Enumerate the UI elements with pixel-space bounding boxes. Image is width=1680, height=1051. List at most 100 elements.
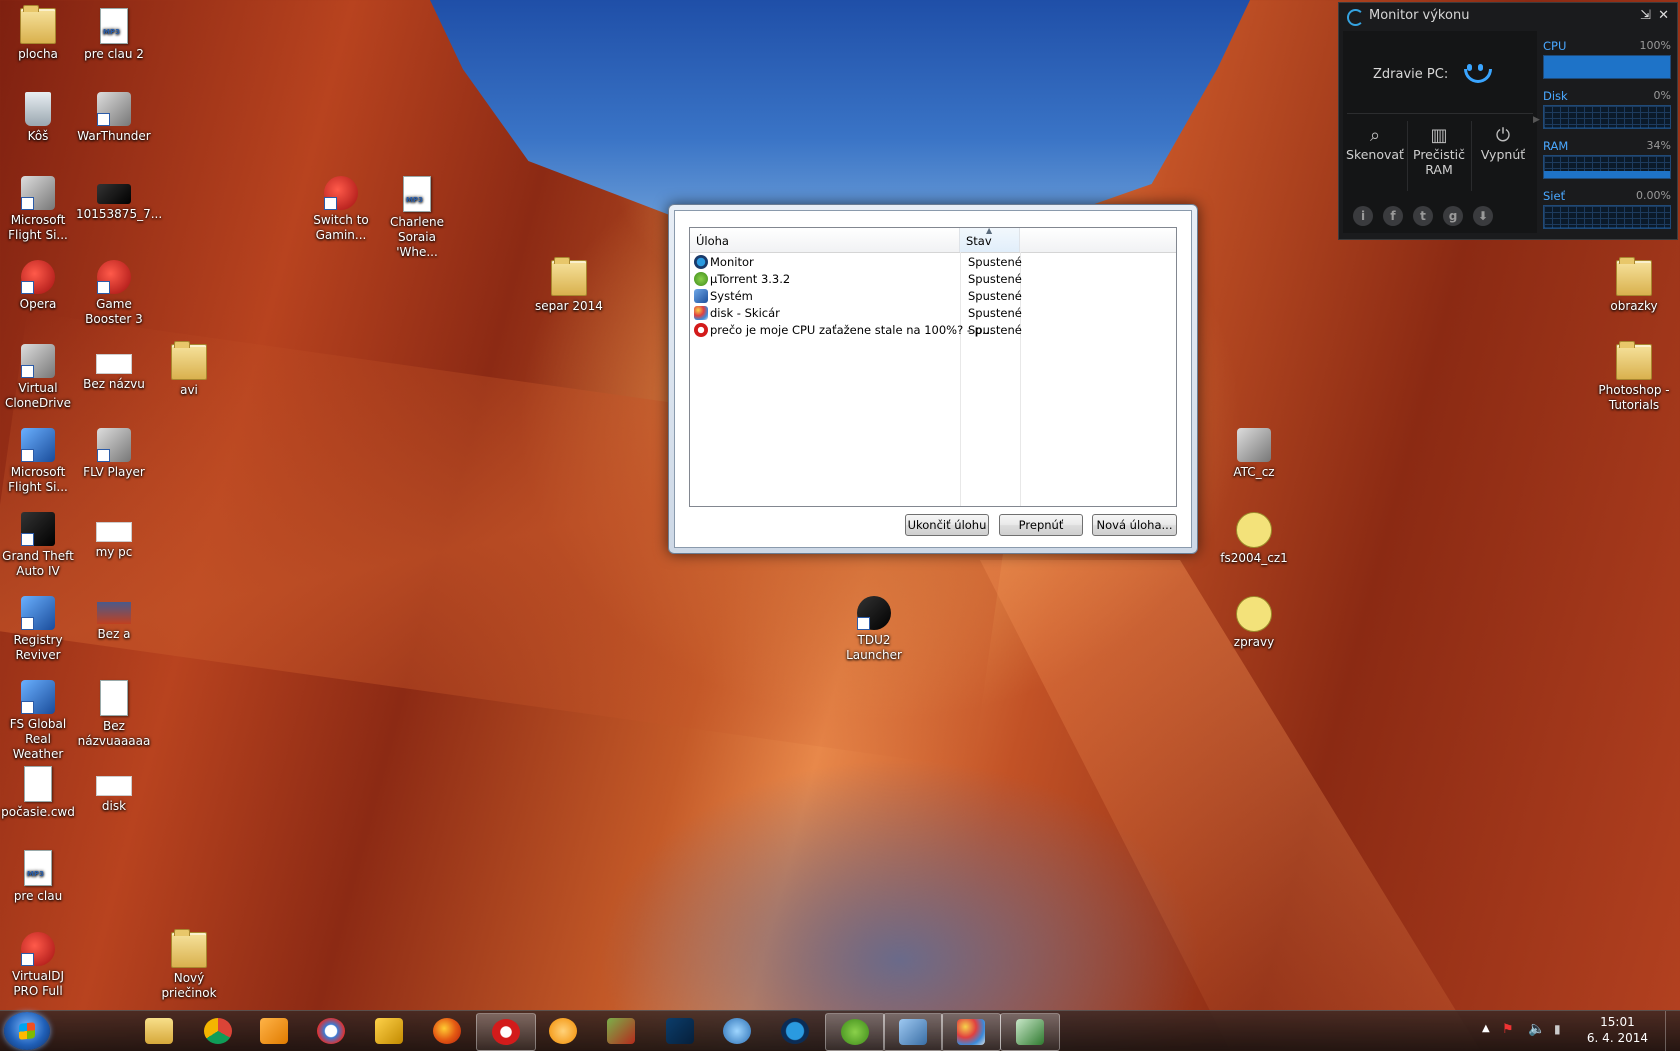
taskbar-orange-app-button[interactable] xyxy=(534,1013,592,1049)
start-button[interactable] xyxy=(4,1012,50,1050)
desktop-icon-image-file[interactable]: 10153875_7... xyxy=(76,176,162,222)
end-task-button[interactable]: Ukončiť úlohu xyxy=(905,514,989,536)
pc-health-label: Zdravie PC: xyxy=(1373,67,1449,82)
folder-icon xyxy=(171,341,207,380)
desktop-icon-bez-nazvuaaaaa[interactable]: Bez názvuaaaaa xyxy=(76,680,152,749)
meter-graph xyxy=(1543,105,1671,129)
task-row[interactable]: µTorrent 3.3.2 xyxy=(694,271,790,288)
desktop-icon-flight-sim-2[interactable]: Microsoft Flight Si... xyxy=(0,428,76,495)
desktop-icon-pre-clau[interactable]: MP3 pre clau xyxy=(0,850,76,904)
task-status: Spustené xyxy=(968,272,1022,286)
scan-button[interactable]: ⌕ Skenovať xyxy=(1343,125,1407,162)
desktop-icon-novy-priecinok[interactable]: Nový priečinok xyxy=(151,929,227,1001)
desktop-icon-virtual-clonedrive[interactable]: Virtual CloneDrive xyxy=(0,344,76,411)
desktop-icon-my-pc[interactable]: my pc xyxy=(76,512,152,560)
clock[interactable]: 15:01 6. 4. 2014 xyxy=(1587,1014,1648,1046)
desktop-icon-pre-clau-2[interactable]: MP3 pre clau 2 xyxy=(76,8,152,62)
taskbar-game-booster-button[interactable] xyxy=(360,1013,418,1049)
task-row[interactable]: disk - Skicár xyxy=(694,305,780,322)
desktop-icon-registry-reviver[interactable]: Registry Reviver xyxy=(0,596,76,663)
meter-value: 0% xyxy=(1653,89,1671,102)
taskbar-utorrent-button[interactable] xyxy=(825,1013,885,1051)
taskbar-paint-button[interactable] xyxy=(941,1013,1001,1051)
desktop-icon-switch-to-gaming[interactable]: Switch to Gamin... xyxy=(303,176,379,243)
taskbar-firefox-button[interactable] xyxy=(418,1013,476,1049)
task-row[interactable]: Monitor xyxy=(694,254,754,271)
show-desktop-button[interactable] xyxy=(1665,1011,1680,1051)
taskbar-chrome-button[interactable] xyxy=(189,1013,247,1049)
taskbar-farming-sim-button[interactable] xyxy=(592,1013,650,1049)
meter-graph xyxy=(1543,205,1671,229)
desktop-icon-opera[interactable]: Opera xyxy=(0,260,76,312)
desktop-icon-fs-global[interactable]: FS Global Real Weather xyxy=(0,680,76,762)
taskbar-media-player-button[interactable] xyxy=(245,1013,303,1049)
desktop-icon-fs2004-cz1[interactable]: fs2004_cz1 xyxy=(1216,512,1292,566)
desktop-icon-obrazky[interactable]: obrazky xyxy=(1596,257,1672,314)
taskbar-mozilla-button[interactable] xyxy=(708,1013,766,1049)
task-manager-icon xyxy=(1016,1019,1044,1045)
meter-graph xyxy=(1543,55,1671,79)
desktop-icon-zpravy[interactable]: zpravy xyxy=(1216,596,1292,650)
taskbar-photoshop-button[interactable] xyxy=(651,1013,709,1049)
ram-meter: RAM 34% xyxy=(1543,139,1671,179)
taskbar-explorer-button[interactable] xyxy=(130,1013,188,1049)
control-panel-icon xyxy=(899,1019,927,1045)
column-header-status[interactable]: ▲ Stav xyxy=(960,226,1020,252)
taskbar-task-manager-button[interactable] xyxy=(1000,1013,1060,1051)
new-task-button[interactable]: Nová úloha... xyxy=(1092,514,1177,536)
task-row[interactable]: prečo je moje CPU zaťažene stale na 100%… xyxy=(694,322,993,339)
taskbar-opera-button[interactable] xyxy=(476,1013,536,1051)
desktop-icon-charlene[interactable]: MP3 Charlene Soraia 'Whe... xyxy=(379,176,455,260)
desktop-icon-photoshop-tutorials[interactable]: Photoshop - Tutorials xyxy=(1596,341,1672,413)
desktop-icon-recycle-bin[interactable]: Kôš xyxy=(0,92,76,144)
download-icon[interactable]: ⬇ xyxy=(1473,206,1493,226)
show-hidden-icons-icon[interactable]: ▲ xyxy=(1482,1023,1490,1034)
info-icon[interactable]: i xyxy=(1353,206,1373,226)
desktop-icon-flv-player[interactable]: FLV Player xyxy=(76,428,152,480)
desktop-icon-plocha[interactable]: plocha xyxy=(0,5,76,62)
desktop-icon-tdu2-launcher[interactable]: TDU2 Launcher xyxy=(836,596,912,663)
ram-cleaner-button[interactable]: ▥ Prečistič RAM xyxy=(1407,125,1471,177)
desktop-icon-avi[interactable]: avi xyxy=(151,341,227,398)
action-center-flag-icon[interactable]: ⚑ xyxy=(1502,1022,1514,1037)
expand-arrow-icon[interactable]: ▶ xyxy=(1533,115,1540,125)
taskbar: ▲ ⚑ 🔈 ▮ 15:01 6. 4. 2014 xyxy=(0,1010,1680,1051)
orange-app-icon xyxy=(549,1018,577,1044)
taskbar-thunderbird-button[interactable] xyxy=(302,1013,360,1049)
clock-time: 15:01 xyxy=(1600,1015,1635,1029)
desktop-icon-disk[interactable]: disk xyxy=(76,766,152,814)
desktop-icon-bez-nazvu[interactable]: Bez názvu xyxy=(76,344,152,392)
taskbar-monitor-app-button[interactable] xyxy=(766,1013,824,1049)
twitter-icon[interactable]: t xyxy=(1413,206,1433,226)
task-row[interactable]: Systém xyxy=(694,288,753,305)
desktop-icon-pocasie[interactable]: počasie.cwd xyxy=(0,766,76,820)
facebook-icon[interactable]: f xyxy=(1383,206,1403,226)
desktop-icon-flight-sim[interactable]: Microsoft Flight Si... xyxy=(0,176,76,243)
task-list[interactable]: Úloha ▲ Stav Monitor Spustené µTorrent 3.… xyxy=(689,226,1177,507)
document-icon xyxy=(24,766,52,802)
desktop-icon-separ-2014[interactable]: separ 2014 xyxy=(531,257,607,314)
taskbar-control-panel-button[interactable] xyxy=(883,1013,943,1051)
desktop-icon-virtualdj[interactable]: VirtualDJ PRO Full xyxy=(0,932,76,999)
google-plus-icon[interactable]: g xyxy=(1443,206,1463,226)
mp3-file-icon: MP3 xyxy=(100,8,128,44)
desktop-icon-warthunder[interactable]: WarThunder xyxy=(76,92,152,144)
close-icon[interactable]: ✕ xyxy=(1658,8,1669,23)
desktop-icon-bez-a[interactable]: Bez a xyxy=(76,596,152,642)
image-file-icon xyxy=(96,354,132,374)
image-file-icon xyxy=(96,522,132,542)
photoshop-icon xyxy=(666,1018,694,1044)
desktop-icon-gta4[interactable]: Grand Theft Auto IV xyxy=(0,512,76,579)
registry-reviver-icon xyxy=(21,596,55,630)
meter-label: Disk xyxy=(1543,89,1568,103)
search-icon: ⌕ xyxy=(1369,125,1381,146)
volume-icon[interactable]: 🔈 xyxy=(1528,1021,1545,1037)
network-icon[interactable]: ▮ xyxy=(1554,1022,1561,1036)
desktop-icon-atc-cz[interactable]: ATC_cz xyxy=(1216,428,1292,480)
collapse-icon[interactable]: ⇲ xyxy=(1640,8,1651,23)
desktop-icon-game-booster[interactable]: Game Booster 3 xyxy=(76,260,152,327)
sort-up-icon: ▲ xyxy=(986,226,993,235)
switch-to-button[interactable]: Prepnúť xyxy=(999,514,1083,536)
column-header-task[interactable]: Úloha xyxy=(690,228,960,252)
shutdown-button[interactable]: ⏻ Vypnúť xyxy=(1471,125,1535,162)
